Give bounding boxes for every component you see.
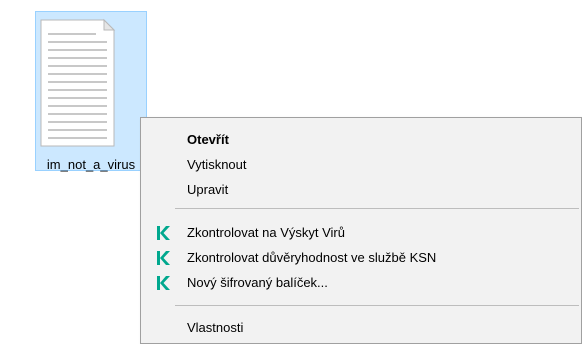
menu-item-edit[interactable]: Upravit [141, 178, 581, 203]
menu-item-open-label: Otevřít [187, 132, 229, 147]
menu-item-new-encrypted-package-label: Nový šifrovaný balíček... [187, 275, 328, 290]
menu-item-scan-viruses-label: Zkontrolovat na Výskyt Virů [187, 225, 345, 240]
file-name-label: im_not_a_virus [46, 157, 136, 172]
menu-item-check-ksn-label: Zkontrolovat důvěryhodnost ve službě KSN [187, 250, 437, 265]
menu-item-open[interactable]: Otevřít [141, 128, 581, 153]
kaspersky-icon [157, 226, 170, 240]
menu-item-new-encrypted-package[interactable]: Nový šifrovaný balíček... [141, 271, 581, 296]
context-menu: Otevřít Vytisknout Upravit Zkontrolovat … [140, 117, 582, 344]
menu-item-check-ksn[interactable]: Zkontrolovat důvěryhodnost ve službě KSN [141, 246, 581, 271]
document-icon [40, 18, 116, 147]
menu-item-scan-viruses[interactable]: Zkontrolovat na Výskyt Virů [141, 221, 581, 246]
file-item-selected[interactable]: im_not_a_virus [35, 11, 147, 172]
desktop-area: im_not_a_virus Otevřít Vytisknout Upravi… [0, 0, 582, 344]
menu-item-properties[interactable]: Vlastnosti [141, 316, 581, 341]
menu-item-print-label: Vytisknout [187, 157, 247, 172]
kaspersky-icon [157, 251, 170, 265]
kaspersky-icon [157, 276, 170, 290]
menu-item-edit-label: Upravit [187, 182, 229, 197]
menu-item-properties-label: Vlastnosti [187, 320, 244, 335]
menu-separator [175, 305, 579, 306]
menu-separator [175, 208, 579, 209]
menu-item-print[interactable]: Vytisknout [141, 153, 581, 178]
